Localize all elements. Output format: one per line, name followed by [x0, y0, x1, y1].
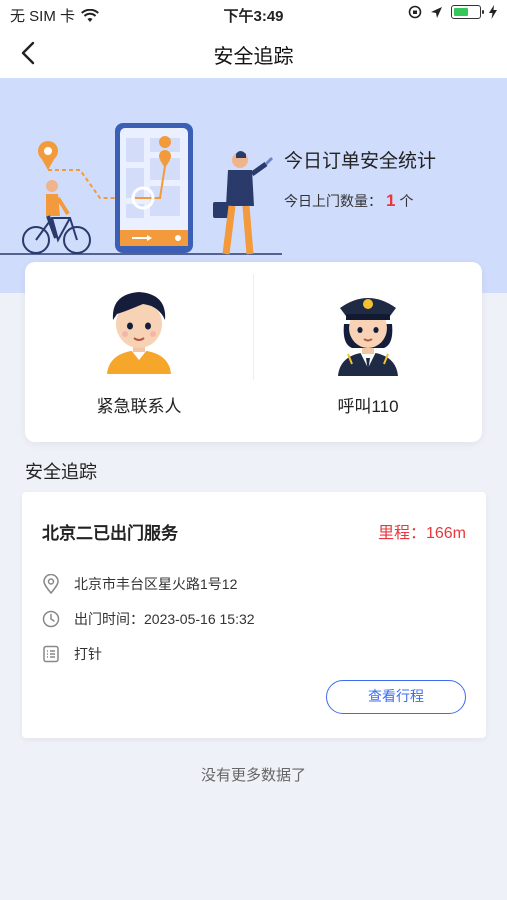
view-route-button[interactable]: 查看行程 [326, 680, 466, 714]
order-depart-time: 出门时间：2023-05-16 15:32 [74, 611, 255, 627]
emergency-contact-label: 紧急联系人 [96, 397, 182, 416]
emergency-contact-avatar-icon [107, 292, 171, 374]
location-arrow-icon [431, 6, 442, 18]
location-pin-icon [43, 574, 59, 594]
visits-unit: 个 [399, 193, 414, 209]
status-bar: 无 SIM 卡 下午3:49 [0, 0, 507, 28]
call-police-label: 呼叫110 [337, 397, 399, 416]
visits-label: 今日上门数量： [284, 193, 382, 209]
order-card: 北京二已出门服务 里程：166m 北京市丰台区星火路1号12 出门时间：2023… [22, 492, 486, 738]
clock-icon [42, 610, 60, 628]
order-address: 北京市丰台区星火路1号12 [74, 576, 238, 592]
order-address-row: 北京市丰台区星火路1号12 [42, 574, 237, 594]
emergency-contact-button[interactable]: 紧急联系人 [25, 262, 253, 442]
tracking-illustration [0, 123, 282, 255]
order-distance: 里程：166m [377, 525, 466, 542]
battery-icon [451, 5, 484, 19]
order-clockin: 打针 [74, 646, 102, 662]
visits-stat: 今日上门数量： 1 个 [284, 191, 413, 211]
order-time-row: 出门时间：2023-05-16 15:32 [42, 609, 255, 629]
nav-bar: 安全追踪 [0, 28, 507, 78]
stats-title: 今日订单安全统计 [284, 151, 437, 172]
order-clockin-row: 打针 [42, 644, 102, 664]
status-right [408, 5, 497, 19]
charging-bolt-icon [489, 5, 497, 19]
contact-card: 紧急联系人 呼叫110 [25, 262, 482, 442]
orientation-lock-icon [408, 5, 422, 19]
visits-count: 1 [386, 191, 396, 210]
section-title: 安全追踪 [25, 462, 97, 482]
police-avatar-icon [338, 298, 398, 376]
page-title: 安全追踪 [213, 46, 294, 68]
order-title: 北京二已出门服务 [42, 524, 178, 543]
safety-banner: 今日订单安全统计 今日上门数量： 1 个 [0, 78, 507, 293]
call-police-button[interactable]: 呼叫110 [254, 262, 482, 442]
list-document-icon [43, 645, 59, 663]
no-more-data-text: 没有更多数据了 [200, 767, 306, 784]
